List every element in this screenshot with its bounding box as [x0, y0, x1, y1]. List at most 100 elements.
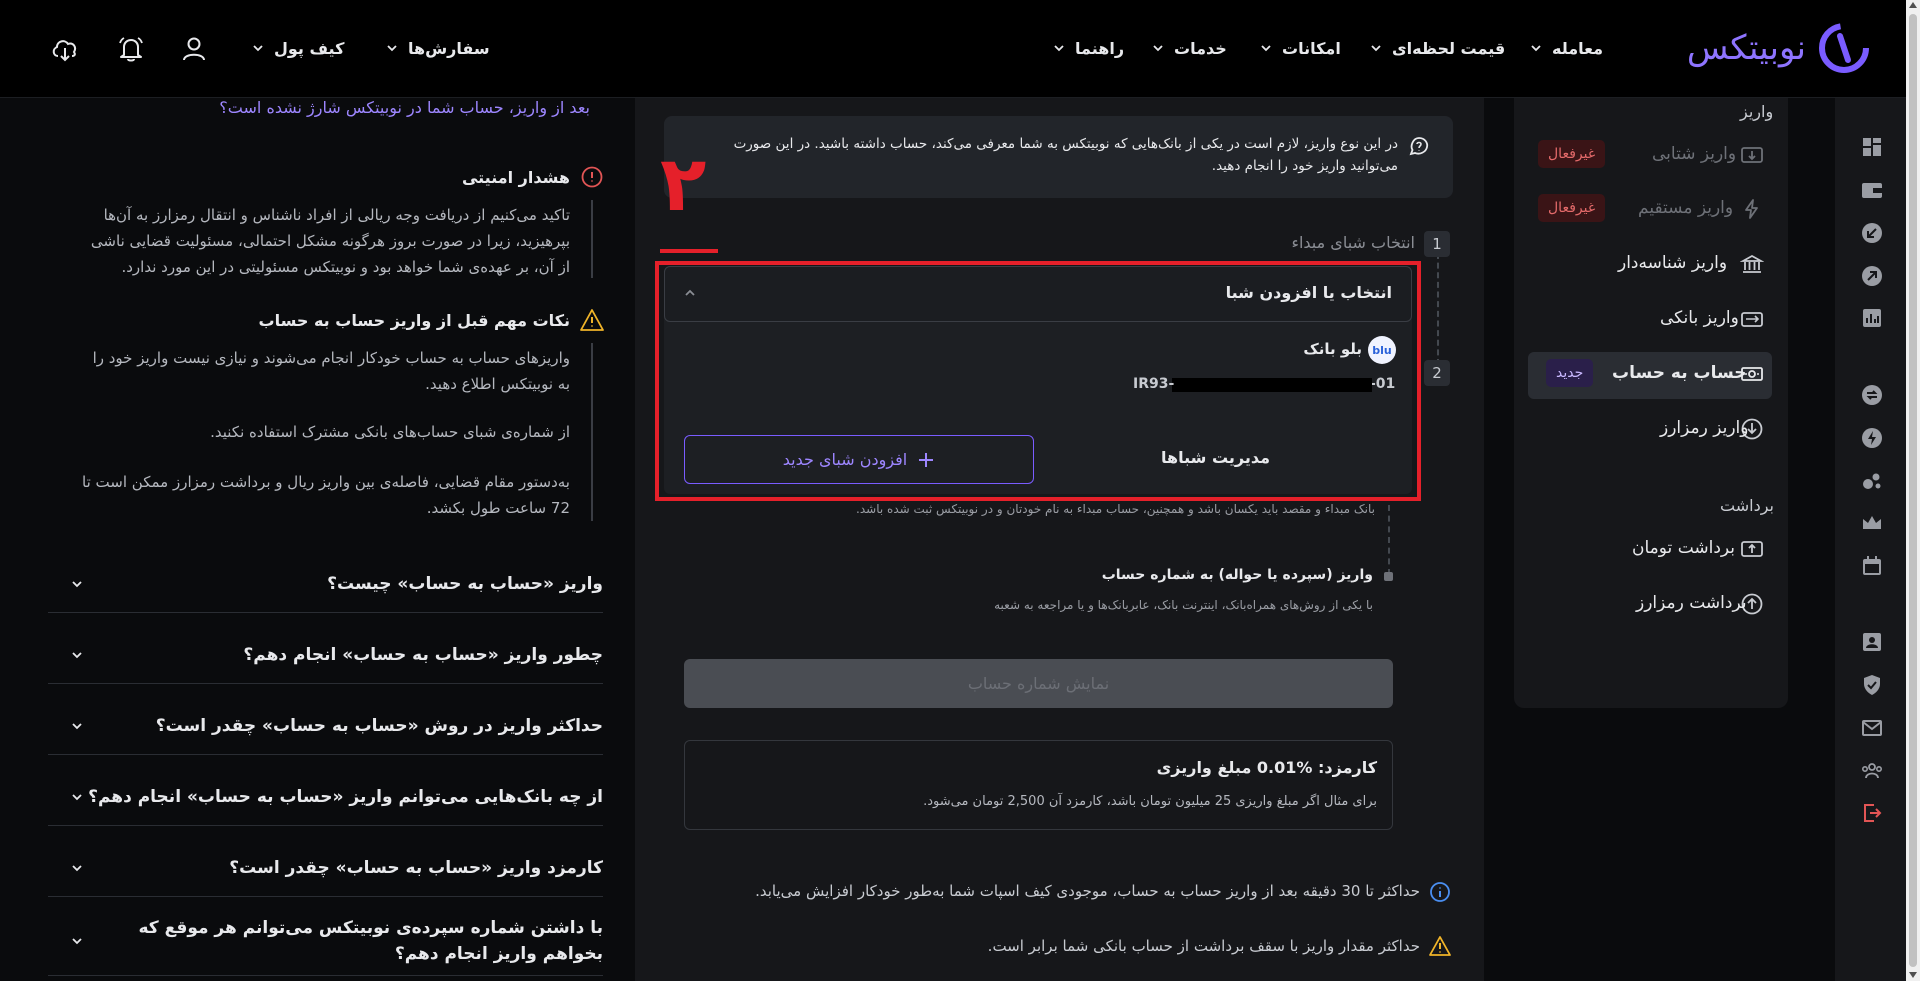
lightning-icon[interactable] — [1860, 426, 1884, 450]
toman-withdraw-icon — [1741, 541, 1763, 557]
deposit-heading: واریز — [1740, 102, 1774, 121]
logo[interactable]: نوبیتکس — [1655, 20, 1870, 76]
step1-label: انتخاب شبای مبداء — [1291, 233, 1415, 252]
chevron-down-icon — [1261, 45, 1271, 52]
info-box — [664, 116, 1453, 198]
bell-icon[interactable] — [116, 34, 146, 64]
nav-services[interactable]: خدمات — [1152, 34, 1227, 62]
profile-card-icon[interactable] — [1860, 630, 1884, 654]
convert-icon[interactable] — [1860, 383, 1884, 407]
scroll-up-arrow-icon[interactable] — [1909, 2, 1917, 8]
footer-note-auto-credit: حداکثر تا 30 دقیقه بعد از واریز حساب به … — [755, 882, 1420, 900]
info-text-line2: می‌توانید واریز خود را انجام دهید. — [1211, 158, 1398, 174]
faq-item[interactable]: چطور واریز «حساب به حساب» انجام دهم؟ — [48, 626, 603, 684]
sidebar-item-crypto-deposit[interactable]: واریز رمزارز — [1660, 418, 1749, 438]
faq-item[interactable]: حداکثر واریز در روش «حساب به حساب» چقدر … — [48, 697, 603, 755]
security-text-1: تاکید می‌کنیم از دریافت وجه ریالی از افر… — [103, 206, 570, 224]
tip3-line2: 72 ساعت طول بکشد. — [426, 499, 570, 517]
nav-features[interactable]: امکانات — [1260, 34, 1341, 62]
chevron-down-icon — [1371, 45, 1381, 52]
nav-guide[interactable]: راهنما — [1053, 34, 1124, 62]
info-text-line1: در این نوع واریز، لازم است در یکی از بان… — [733, 136, 1398, 152]
calendar-icon[interactable] — [1860, 554, 1884, 578]
info-chat-icon — [1409, 137, 1429, 156]
user-icon[interactable] — [180, 35, 208, 63]
stepper-connector — [1437, 253, 1439, 365]
fee-desc: برای مثال اگر مبلغ واریزی 25 میلیون توما… — [923, 794, 1377, 809]
faq-item[interactable]: از چه بانک‌هایی می‌توانم واریز «حساب به … — [48, 768, 603, 826]
deposit-side-menu — [1514, 98, 1788, 708]
withdraw-arrow-icon[interactable] — [1860, 264, 1884, 288]
chevron-down-icon — [72, 937, 82, 944]
shield-check-icon[interactable] — [1860, 673, 1884, 697]
sidebar-item-account-to-account[interactable]: حساب به حساب — [1612, 363, 1747, 383]
warning-triangle-icon — [580, 309, 604, 331]
scrollbar-thumb[interactable] — [1909, 14, 1917, 967]
chevron-down-icon — [1054, 45, 1064, 52]
mail-icon[interactable] — [1860, 716, 1884, 740]
bank-transfer-icon — [1741, 312, 1763, 327]
faq-question-multiline: با داشتن شماره سپرده‌ی نوبیتکس می‌توانم … — [138, 917, 603, 964]
faq-item[interactable]: کارمزد واریز «حساب به حساب» چقدر است؟ — [48, 839, 603, 897]
step-number-2: 2 — [1424, 360, 1450, 386]
instant-deposit-icon — [1741, 147, 1763, 163]
security-warning-title: هشدار امنیتی — [461, 168, 570, 187]
security-text-2: بپرهیزید، زیرا در صورت بروز هرگونه مشکل … — [90, 232, 570, 250]
nav-orders[interactable]: سفارش‌ها — [386, 34, 490, 62]
chevron-down-icon — [72, 651, 82, 658]
tip3-line1: به‌دستور مقام قضایی، فاصله‌ی بین واریز ر… — [82, 473, 570, 491]
scroll-down-arrow-icon[interactable] — [1909, 972, 1917, 978]
sidebar-item-id-deposit[interactable]: واریز شناسه‌دار — [1618, 253, 1727, 273]
sidebar-item-crypto-withdraw[interactable]: برداشت رمزارز — [1636, 593, 1747, 613]
stepper-connector-2 — [1388, 505, 1390, 575]
tips-title: نکات مهم قبل از واریز حساب به حساب — [258, 311, 571, 330]
chevron-down-icon — [387, 45, 397, 52]
nav-wallet[interactable]: کیف پول — [252, 34, 344, 62]
faq-item[interactable]: با داشتن شماره سپرده‌ی نوبیتکس می‌توانم … — [48, 906, 603, 976]
nav-trade[interactable]: معامله — [1530, 34, 1603, 62]
users-icon[interactable] — [1860, 759, 1884, 783]
status-badge-inactive: غیرفعال — [1538, 194, 1606, 222]
withdraw-heading: برداشت — [1720, 496, 1774, 515]
security-bar — [591, 200, 593, 278]
logo-icon — [1819, 23, 1869, 73]
main-panel — [635, 98, 1484, 981]
chevron-down-icon — [72, 793, 82, 800]
dashboard-icon[interactable] — [1860, 135, 1884, 159]
download-app-icon[interactable] — [50, 34, 80, 64]
step-number-1: 1 — [1424, 231, 1450, 257]
status-badge-new: جدید — [1546, 359, 1594, 387]
bank-icon — [1740, 254, 1764, 273]
tips-bar — [591, 343, 593, 521]
wallet-icon[interactable] — [1860, 178, 1884, 202]
chart-icon[interactable] — [1860, 306, 1884, 330]
sidebar-item-toman-withdraw[interactable]: برداشت تومان — [1632, 538, 1735, 558]
help-top-link[interactable]: بعد از واریز، حساب شما در نوبیتکس شارژ ن… — [100, 98, 590, 117]
info-circle-icon — [1430, 882, 1450, 902]
sidebar-item-bank-deposit[interactable]: واریز بانکی — [1660, 308, 1739, 328]
logout-icon[interactable] — [1860, 801, 1884, 825]
faq-item[interactable]: واریز «حساب به حساب» چیست؟ — [48, 555, 603, 613]
show-account-number-button[interactable]: نمایش شماره حساب — [684, 659, 1393, 708]
alert-circle-icon — [581, 166, 603, 188]
tip1-line1: واریزهای حساب به حساب خودکار انجام می‌شو… — [92, 349, 570, 367]
lightning-icon — [1745, 199, 1758, 219]
tip2: از شماره‌ی شبای حساب‌های بانکی مشترک است… — [210, 423, 570, 441]
annotation-highlight-box — [655, 261, 1421, 501]
staking-icon[interactable] — [1860, 469, 1884, 493]
fee-title: کارمزد: %0.01 مبلغ واریزی — [1156, 758, 1377, 777]
chevron-down-icon — [72, 722, 82, 729]
sidebar-item-direct-deposit[interactable]: واریز مستقیم — [1638, 198, 1733, 218]
deposit-method-desc: با یکی از روش‌های همراه‌بانک، اینترنت با… — [994, 598, 1373, 612]
chevron-down-icon — [253, 45, 263, 52]
footer-note-max-deposit: حداکثر مقدار واریز با سقف برداشت از حساب… — [987, 937, 1420, 955]
same-bank-note: بانک مبداء و مقصد باید یکسان باشد و همچن… — [856, 502, 1375, 516]
deposit-arrow-icon[interactable] — [1860, 221, 1884, 245]
sidebar-item-instant-deposit[interactable]: واریز شتابی — [1652, 144, 1736, 164]
chevron-down-icon — [72, 864, 82, 871]
crown-icon[interactable] — [1860, 511, 1884, 535]
fee-box — [684, 740, 1393, 830]
nav-live-price[interactable]: قیمت لحظه‌ای — [1370, 34, 1505, 62]
warning-triangle-icon — [1429, 936, 1451, 956]
step-dot — [1384, 572, 1393, 581]
